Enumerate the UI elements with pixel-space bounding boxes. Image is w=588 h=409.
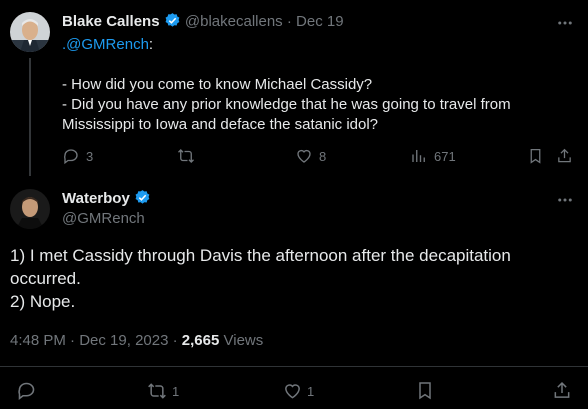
tweet-text-line: - Did you have any prior knowledge that … (62, 96, 511, 113)
retweet-count: 1 (172, 383, 180, 399)
tweet-text-line: 1) I met Cassidy through Davis the after… (10, 246, 511, 265)
thread-line (29, 58, 31, 176)
tweet-text-line: 2) Nope. (10, 292, 76, 311)
reply-icon (18, 382, 35, 400)
bookmark-icon (419, 382, 431, 400)
divider (0, 366, 588, 367)
author-handle[interactable]: @GMRench (62, 209, 145, 229)
like-count: 1 (307, 383, 315, 399)
retweet-button[interactable] (176, 147, 196, 165)
retweet-icon (146, 381, 168, 401)
author-name[interactable]: Blake Callens (62, 13, 160, 30)
tweet-date[interactable]: Dec 19 (296, 13, 344, 30)
share-button[interactable] (556, 147, 573, 165)
retweet-icon (176, 147, 196, 165)
tweet-text-line: occurred. (10, 269, 81, 288)
tweet-date[interactable]: Dec 19, 2023 (79, 332, 168, 349)
share-icon (558, 148, 571, 163)
heart-icon (282, 381, 303, 401)
reply-icon (62, 147, 80, 165)
author-name[interactable]: Waterboy (62, 190, 130, 207)
like-count: 8 (319, 148, 327, 164)
verified-badge-icon (134, 189, 151, 206)
view-count: 671 (434, 148, 456, 164)
views-button[interactable]: 671 (410, 147, 456, 165)
retweet-button[interactable]: 1 (146, 381, 179, 401)
bookmark-button[interactable] (415, 380, 435, 401)
author-handle[interactable]: @blakecallens (185, 13, 283, 30)
views-label: Views (223, 332, 264, 349)
more-icon[interactable] (556, 14, 574, 32)
share-icon (554, 381, 570, 398)
bookmark-button[interactable] (527, 147, 544, 165)
heart-icon (295, 147, 313, 165)
tweet-time[interactable]: 4:48 PM (10, 332, 66, 349)
share-button[interactable] (552, 380, 572, 401)
more-icon[interactable] (556, 191, 574, 209)
bookmark-icon (530, 148, 541, 164)
tweet-text-line: Mississippi to Iowa and deface the satan… (62, 116, 379, 133)
reply-button[interactable] (16, 380, 37, 401)
view-count: 2,665 (181, 332, 220, 349)
reply-count: 3 (86, 148, 94, 164)
like-button[interactable]: 1 (282, 381, 314, 401)
tweet-text-line: - How did you come to know Michael Cassi… (62, 76, 373, 93)
separator-dot: · (70, 332, 76, 349)
mention-colon: : (148, 36, 154, 53)
views-icon (410, 147, 428, 165)
separator-dot: · (286, 13, 292, 30)
avatar[interactable] (10, 189, 50, 229)
separator-dot: · (172, 332, 178, 349)
verified-badge-icon (164, 12, 181, 29)
reply-button[interactable]: 3 (62, 147, 93, 165)
avatar[interactable] (10, 12, 50, 52)
mention-link[interactable]: .@GMRench (62, 36, 149, 53)
like-button[interactable]: 8 (295, 147, 326, 165)
